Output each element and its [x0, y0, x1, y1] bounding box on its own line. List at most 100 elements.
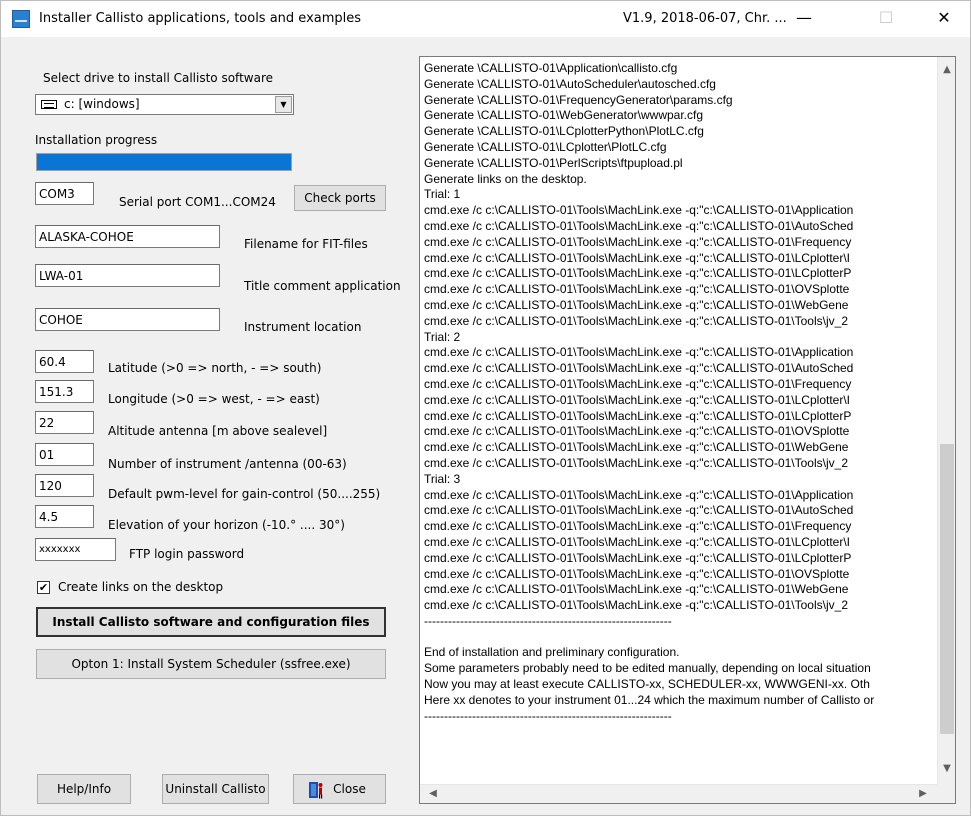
help-info-button[interactable]: Help/Info — [37, 774, 131, 804]
latitude-field[interactable] — [35, 350, 94, 373]
location-field[interactable] — [35, 308, 220, 331]
log-line: cmd.exe /c c:\CALLISTO-01\Tools\MachLink… — [424, 361, 854, 376]
longitude-label: Longitude (>0 => west, - => east) — [108, 392, 320, 406]
log-line: cmd.exe /c c:\CALLISTO-01\Tools\MachLink… — [424, 598, 848, 613]
altitude-label: Altitude antenna [m above sealevel] — [108, 424, 328, 438]
create-links-checkbox[interactable]: ✔ — [37, 581, 50, 594]
log-line: cmd.exe /c c:\CALLISTO-01\Tools\MachLink… — [424, 408, 852, 423]
log-line: cmd.exe /c c:\CALLISTO-01\Tools\MachLink… — [424, 218, 854, 233]
log-line: Trial: 2 — [424, 329, 461, 344]
log-line: Generate \CALLISTO-01\LCplotter\PlotLC.c… — [424, 139, 667, 154]
ftp-password-field[interactable] — [35, 538, 116, 561]
log-line: ----------------------------------------… — [424, 613, 672, 628]
longitude-field[interactable] — [35, 380, 94, 403]
install-button[interactable]: Install Callisto software and configurat… — [36, 607, 386, 637]
serial-port-field[interactable] — [35, 182, 94, 205]
ftp-password-label: FTP login password — [129, 547, 245, 561]
latitude-label: Latitude (>0 => north, - => south) — [108, 361, 322, 375]
log-line: Some parameters probably need to be edit… — [424, 661, 871, 676]
log-line: Generate \CALLISTO-01\LCplotterPython\Pl… — [424, 124, 704, 139]
log-line: cmd.exe /c c:\CALLISTO-01\Tools\MachLink… — [424, 534, 850, 549]
log-line: cmd.exe /c c:\CALLISTO-01\Tools\MachLink… — [424, 313, 848, 328]
log-line: cmd.exe /c c:\CALLISTO-01\Tools\MachLink… — [424, 487, 854, 502]
log-line: End of installation and preliminary conf… — [424, 645, 680, 660]
chevron-down-icon[interactable]: ▼ — [275, 96, 292, 113]
pwm-level-label: Default pwm-level for gain-control (50..… — [108, 487, 381, 501]
install-scheduler-button[interactable]: Opton 1: Install System Scheduler (ssfre… — [36, 649, 386, 679]
log-line: ----------------------------------------… — [424, 708, 672, 723]
log-line: Trial: 1 — [424, 187, 461, 202]
scrollbar-corner — [937, 784, 955, 803]
uninstall-button[interactable]: Uninstall Callisto — [162, 774, 269, 804]
horizon-label: Elevation of your horizon (-10.° .... 30… — [108, 518, 345, 532]
log-line: Generate \CALLISTO-01\FrequencyGenerator… — [424, 92, 733, 107]
installer-window: Installer Callisto applications, tools a… — [0, 0, 971, 816]
instrument-number-label: Number of instrument /antenna (00-63) — [108, 457, 347, 471]
maximize-button[interactable]: ☐ — [863, 1, 909, 37]
log-line: cmd.exe /c c:\CALLISTO-01\Tools\MachLink… — [424, 392, 850, 407]
log-line: Generate links on the desktop. — [424, 171, 587, 186]
log-line: cmd.exe /c c:\CALLISTO-01\Tools\MachLink… — [424, 234, 852, 249]
window-title: Installer Callisto applications, tools a… — [39, 11, 362, 26]
create-links-label: Create links on the desktop — [58, 580, 224, 594]
vertical-scroll-thumb[interactable] — [940, 444, 954, 734]
log-line: cmd.exe /c c:\CALLISTO-01\Tools\MachLink… — [424, 250, 850, 265]
log-line: cmd.exe /c c:\CALLISTO-01\Tools\MachLink… — [424, 345, 854, 360]
log-line: cmd.exe /c c:\CALLISTO-01\Tools\MachLink… — [424, 266, 852, 281]
check-ports-button[interactable]: Check ports — [294, 185, 386, 211]
title-comment-label: Title comment application — [244, 279, 401, 293]
drive-select[interactable]: c: [windows] ▼ — [35, 94, 294, 115]
location-label: Instrument location — [244, 320, 362, 334]
log-line: Now you may at least execute CALLISTO-xx… — [424, 677, 870, 692]
log-line: cmd.exe /c c:\CALLISTO-01\Tools\MachLink… — [424, 203, 854, 218]
scroll-down-icon[interactable]: ▼ — [938, 760, 956, 778]
installation-progress-bar — [36, 153, 292, 171]
close-button[interactable]: Close — [293, 774, 386, 804]
log-line: cmd.exe /c c:\CALLISTO-01\Tools\MachLink… — [424, 550, 852, 565]
log-lines: Generate \CALLISTO-01\Application\callis… — [424, 61, 936, 783]
window-version: V1.9, 2018-06-07, Chr. ... — [623, 11, 787, 26]
title-bar: Installer Callisto applications, tools a… — [1, 1, 970, 37]
log-line: cmd.exe /c c:\CALLISTO-01\Tools\MachLink… — [424, 297, 849, 312]
vertical-scrollbar[interactable]: ▲ ▼ — [937, 57, 955, 784]
horizontal-scrollbar[interactable]: ◀ ▶ — [420, 784, 939, 803]
drive-selected-value: c: [windows] — [64, 97, 140, 111]
drive-icon — [41, 100, 57, 109]
pwm-level-field[interactable] — [35, 474, 94, 497]
progress-fill — [37, 154, 291, 170]
log-line: Here xx denotes to your instrument 01...… — [424, 692, 875, 707]
log-line: cmd.exe /c c:\CALLISTO-01\Tools\MachLink… — [424, 282, 850, 297]
log-output-panel[interactable]: Generate \CALLISTO-01\Application\callis… — [419, 56, 956, 804]
minimize-button[interactable]: — — [781, 1, 827, 37]
scroll-left-icon[interactable]: ◀ — [424, 785, 442, 803]
instrument-number-field[interactable] — [35, 443, 94, 466]
log-line: Generate \CALLISTO-01\Application\callis… — [424, 61, 678, 75]
log-line: cmd.exe /c c:\CALLISTO-01\Tools\MachLink… — [424, 440, 849, 455]
close-button-label: Close — [333, 782, 366, 796]
title-comment-field[interactable] — [35, 264, 220, 287]
log-line: Generate \CALLISTO-01\PerlScripts\ftpupl… — [424, 155, 683, 170]
log-line: cmd.exe /c c:\CALLISTO-01\Tools\MachLink… — [424, 424, 850, 439]
filename-label: Filename for FIT-files — [244, 237, 368, 251]
progress-label: Installation progress — [35, 133, 158, 147]
log-line: cmd.exe /c c:\CALLISTO-01\Tools\MachLink… — [424, 376, 852, 391]
serial-port-label: Serial port COM1...COM24 — [119, 195, 276, 209]
altitude-field[interactable] — [35, 411, 94, 434]
scroll-up-icon[interactable]: ▲ — [938, 61, 956, 79]
app-icon — [12, 10, 30, 28]
drive-label: Select drive to install Callisto softwar… — [43, 71, 273, 85]
log-line: cmd.exe /c c:\CALLISTO-01\Tools\MachLink… — [424, 455, 848, 470]
door-person-icon — [309, 782, 323, 799]
log-line: Generate \CALLISTO-01\WebGenerator\wwwpa… — [424, 108, 704, 123]
log-line: cmd.exe /c c:\CALLISTO-01\Tools\MachLink… — [424, 519, 852, 534]
window-close-button[interactable]: ✕ — [921, 1, 967, 37]
scroll-right-icon[interactable]: ▶ — [914, 785, 932, 803]
horizon-field[interactable] — [35, 505, 94, 528]
log-line: Trial: 3 — [424, 471, 461, 486]
filename-field[interactable] — [35, 225, 220, 248]
log-line: cmd.exe /c c:\CALLISTO-01\Tools\MachLink… — [424, 566, 850, 581]
log-line: cmd.exe /c c:\CALLISTO-01\Tools\MachLink… — [424, 582, 849, 597]
log-line: cmd.exe /c c:\CALLISTO-01\Tools\MachLink… — [424, 503, 854, 518]
log-line: Generate \CALLISTO-01\AutoScheduler\auto… — [424, 76, 716, 91]
